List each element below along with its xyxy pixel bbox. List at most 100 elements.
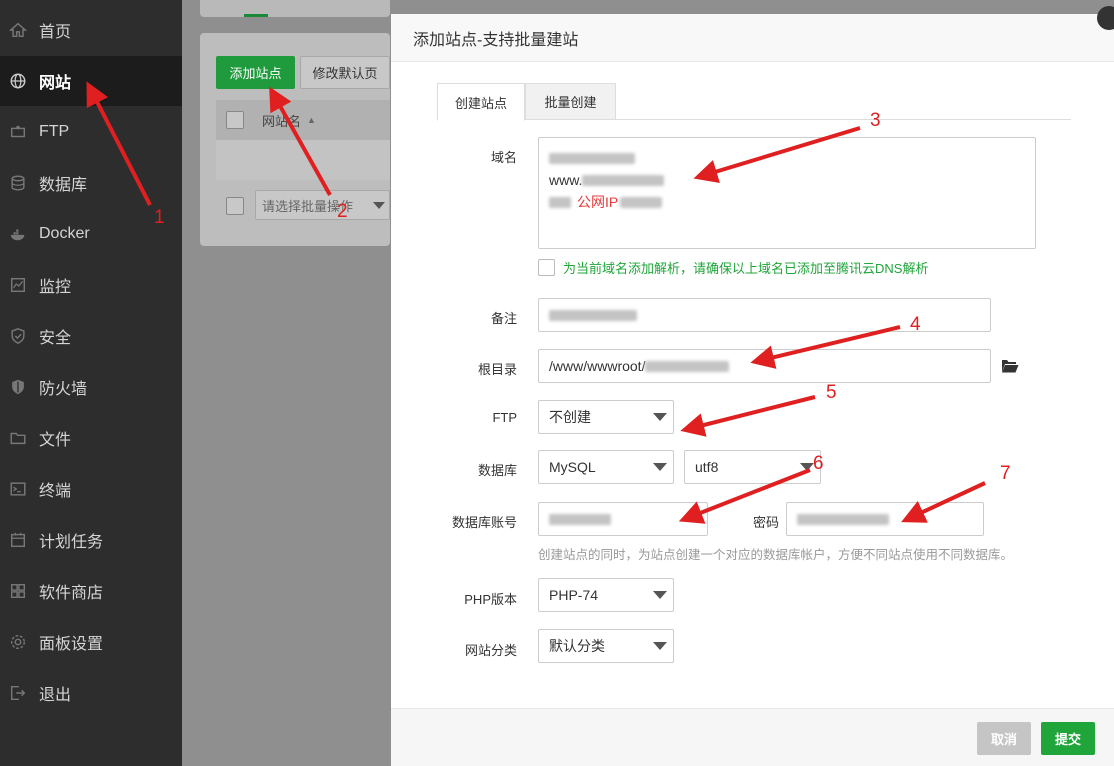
blurred-text <box>549 152 635 164</box>
remark-input[interactable] <box>538 298 991 332</box>
shield-icon <box>8 326 28 346</box>
modal-tabs: 创建站点 批量创建 <box>437 83 1071 121</box>
chevron-down-icon <box>653 591 667 599</box>
submit-button[interactable]: 提交 <box>1041 722 1095 755</box>
database-charset-value: utf8 <box>695 459 719 475</box>
password-label: 密码 <box>753 515 780 530</box>
sidebar-item-terminal[interactable]: 终端 <box>0 464 182 514</box>
batch-checkbox[interactable] <box>226 197 244 215</box>
database-icon <box>8 173 28 193</box>
sidebar-item-label: 首页 <box>39 24 72 41</box>
batch-action-select[interactable]: 请选择批量操作 <box>255 190 390 220</box>
php-version-select[interactable]: PHP-74 <box>538 578 674 612</box>
annotation-number: 6 <box>813 453 824 474</box>
terminal-icon <box>8 479 28 499</box>
domain-line-www: www. <box>549 172 583 188</box>
calendar-icon <box>8 530 28 550</box>
database-charset-select[interactable]: utf8 <box>684 450 821 484</box>
modal-title: 添加站点-支持批量建站 <box>413 31 579 49</box>
monitor-icon <box>8 275 28 295</box>
chevron-down-icon <box>373 202 385 209</box>
root-dir-input[interactable]: /www/wwwroot/ <box>538 349 991 383</box>
dns-option[interactable]: 为当前域名添加解析，请确保以上域名已添加至腾讯云DNS解析 <box>538 258 928 277</box>
sidebar-item-website[interactable]: 网站 <box>0 56 182 106</box>
sidebar-item-logout[interactable]: 退出 <box>0 668 182 718</box>
blurred-text <box>620 196 663 208</box>
password-input[interactable] <box>786 502 984 536</box>
sidebar-item-label: 安全 <box>39 330 72 347</box>
select-all-checkbox[interactable] <box>226 111 244 129</box>
ftp-icon <box>8 122 28 142</box>
sidebar-item-cron[interactable]: 计划任务 <box>0 515 182 565</box>
firewall-icon <box>8 377 28 397</box>
sidebar: 首页 网站 FTP 数据库 Docker 监控 安全 防火墙 文件 终端 计划任… <box>0 0 182 766</box>
chevron-down-icon <box>653 413 667 421</box>
sort-up-icon[interactable]: ▲ <box>307 115 316 125</box>
domain-label: 域名 <box>490 150 517 165</box>
sidebar-item-label: 文件 <box>39 432 72 449</box>
blurred-text <box>549 196 571 208</box>
cancel-button[interactable]: 取消 <box>977 722 1031 755</box>
table-row <box>216 140 390 180</box>
sidebar-item-label: 计划任务 <box>39 534 104 551</box>
gear-icon <box>8 632 28 652</box>
db-account-input[interactable] <box>538 502 708 536</box>
add-site-modal: 添加站点-支持批量建站 创建站点 批量创建 域名 www. 公网IP 为当前域名… <box>391 6 1114 766</box>
close-icon[interactable] <box>1097 6 1114 30</box>
sidebar-item-settings[interactable]: 面板设置 <box>0 617 182 667</box>
chevron-down-icon <box>653 463 667 471</box>
root-dir-value: /www/wwwroot/ <box>549 358 646 374</box>
blurred-text <box>549 513 611 525</box>
chevron-down-icon <box>800 463 814 471</box>
sidebar-item-label: 防火墙 <box>39 381 88 398</box>
sidebar-item-label: 软件商店 <box>39 585 104 602</box>
sidebar-item-monitor[interactable]: 监控 <box>0 260 182 310</box>
sidebar-item-home[interactable]: 首页 <box>0 5 182 55</box>
sidebar-item-ftp[interactable]: FTP <box>0 107 182 157</box>
sidebar-item-label: FTP <box>39 123 70 140</box>
annotation-number: 2 <box>337 201 348 222</box>
site-category-select[interactable]: 默认分类 <box>538 629 674 663</box>
sidebar-item-firewall[interactable]: 防火墙 <box>0 362 182 412</box>
add-site-button[interactable]: 添加站点 <box>216 56 295 89</box>
sidebar-item-label: 面板设置 <box>39 636 104 653</box>
tab-batch-create[interactable]: 批量创建 <box>525 83 616 120</box>
sidebar-item-label: 监控 <box>39 279 72 296</box>
sidebar-item-files[interactable]: 文件 <box>0 413 182 463</box>
annotation-number: 5 <box>826 382 837 403</box>
dns-checkbox[interactable] <box>538 259 555 276</box>
root-dir-label: 根目录 <box>477 362 517 377</box>
folder-icon <box>8 428 28 448</box>
database-label: 数据库 <box>477 463 517 478</box>
remark-label: 备注 <box>490 311 517 326</box>
apps-icon <box>8 581 28 601</box>
sidebar-item-label: 终端 <box>39 483 72 500</box>
sidebar-item-database[interactable]: 数据库 <box>0 158 182 208</box>
db-hint: 创建站点的同时，为站点创建一个对应的数据库帐户，方便不同站点使用不同数据库。 <box>538 548 1014 562</box>
top-card <box>200 0 390 17</box>
db-account-label: 数据库账号 <box>451 515 517 530</box>
blurred-text <box>582 174 665 186</box>
domain-textarea[interactable]: www. 公网IP <box>538 137 1036 249</box>
default-page-button[interactable]: 修改默认页 <box>300 56 390 89</box>
sidebar-item-security[interactable]: 安全 <box>0 311 182 361</box>
site-category-value: 默认分类 <box>549 638 605 654</box>
sidebar-item-label: 数据库 <box>39 177 88 194</box>
folder-open-icon[interactable] <box>1001 358 1019 374</box>
sidebar-item-label: 网站 <box>39 75 72 92</box>
sidebar-item-store[interactable]: 软件商店 <box>0 566 182 616</box>
dns-checkbox-label: 为当前域名添加解析，请确保以上域名已添加至腾讯云DNS解析 <box>563 261 929 276</box>
blurred-text <box>797 513 889 525</box>
php-version-label: PHP版本 <box>464 592 517 607</box>
ftp-select[interactable]: 不创建 <box>538 400 674 434</box>
home-icon <box>8 20 28 40</box>
blurred-text <box>549 309 637 321</box>
tab-indicator <box>244 14 268 17</box>
column-site-name[interactable]: 网站名 <box>262 111 301 130</box>
annotation-number: 3 <box>870 110 881 131</box>
database-type-select[interactable]: MySQL <box>538 450 674 484</box>
annotation-number: 1 <box>154 207 165 228</box>
tab-create-site[interactable]: 创建站点 <box>437 83 525 121</box>
sidebar-item-label: Docker <box>39 225 90 242</box>
table-header: 网站名 ▲ <box>216 100 390 140</box>
